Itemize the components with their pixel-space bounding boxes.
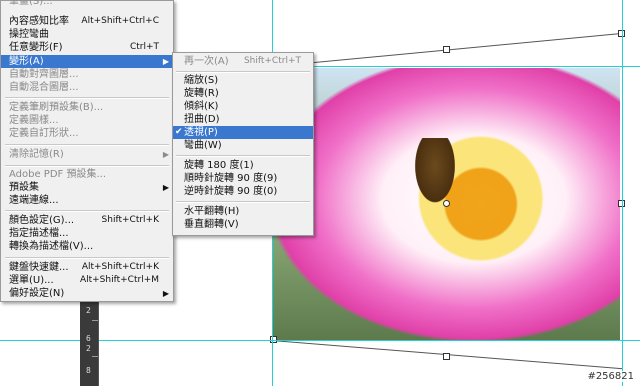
menu-separator: [5, 257, 169, 259]
submenu-arrow-icon: ▶: [162, 150, 169, 159]
submenu-item-warp[interactable]: 彎曲(W): [173, 139, 313, 152]
edit-menu: 筆畫(S)... 內容感知比率 Alt+Shift+Ctrl+C 操控彎曲 任意變…: [0, 0, 174, 302]
submenu-item-flip-vertical[interactable]: 垂直翻轉(V): [173, 218, 313, 231]
menu-item-preferences[interactable]: 偏好設定(N) ▶: [1, 287, 173, 300]
menu-item-menus[interactable]: 選單(U)... Alt+Shift+Ctrl+M: [1, 274, 173, 287]
ruler-tick: [92, 320, 98, 321]
submenu-item-flip-horizontal[interactable]: 水平翻轉(H): [173, 205, 313, 218]
menu-item-color-settings[interactable]: 顏色設定(G)... Shift+Ctrl+K: [1, 214, 173, 227]
menu-item-puppet-warp[interactable]: 操控彎曲: [1, 28, 173, 41]
menu-item-define-pattern[interactable]: 定義圖樣...: [1, 114, 173, 127]
watermark: #256821: [587, 371, 634, 382]
menu-item-define-brush[interactable]: 定義筆刷預設集(B)...: [1, 101, 173, 114]
menu-item-transform[interactable]: 變形(A) ▶: [1, 55, 173, 68]
menu-item-stroke[interactable]: 筆畫(S)...: [1, 0, 173, 8]
menu-separator: [5, 144, 169, 146]
ruler-number: 2: [86, 344, 91, 353]
transform-handle-top-mid[interactable]: [443, 46, 450, 53]
menu-item-content-aware-scale[interactable]: 內容感知比率 Alt+Shift+Ctrl+C: [1, 15, 173, 28]
menu-item-assign-profile[interactable]: 指定描述檔...: [1, 227, 173, 240]
menu-item-purge[interactable]: 清除記憶(R) ▶: [1, 148, 173, 161]
ruler-number: 2: [86, 306, 91, 315]
menu-separator: [5, 165, 169, 167]
menu-item-define-custom-shape[interactable]: 定義自訂形狀...: [1, 127, 173, 140]
submenu-arrow-icon: ▶: [162, 57, 169, 66]
submenu-item-rotate-90-cw[interactable]: 順時針旋轉 90 度(9): [173, 172, 313, 185]
ruler-tick: [92, 356, 98, 357]
menu-item-presets[interactable]: 預設集 ▶: [1, 181, 173, 194]
submenu-item-distort[interactable]: 扭曲(D): [173, 113, 313, 126]
submenu-item-scale[interactable]: 縮放(S): [173, 74, 313, 87]
checkmark-icon: ✔: [175, 127, 183, 137]
submenu-item-rotate-90-ccw[interactable]: 逆時針旋轉 90 度(0): [173, 185, 313, 198]
transform-submenu: 再一次(A) Shift+Ctrl+T 縮放(S) 旋轉(R) 傾斜(K) 扭曲(…: [172, 52, 314, 236]
menu-item-remote-connections[interactable]: 遠端連線...: [1, 194, 173, 207]
guide-vertical-right[interactable]: [622, 0, 623, 386]
menu-item-auto-blend-layers[interactable]: 自動混合圖層...: [1, 81, 173, 94]
menu-item-adobe-pdf-presets[interactable]: Adobe PDF 預設集...: [1, 168, 173, 181]
transform-handle-bottom-mid[interactable]: [443, 353, 450, 360]
menu-separator: [5, 97, 169, 99]
menu-separator: [176, 155, 310, 157]
menu-separator: [176, 71, 310, 73]
submenu-item-again[interactable]: 再一次(A) Shift+Ctrl+T: [173, 55, 313, 68]
ruler-number: 6: [86, 334, 91, 343]
menu-item-convert-profile[interactable]: 轉換為描述檔(V)...: [1, 240, 173, 253]
menu-item-keyboard-shortcuts[interactable]: 鍵盤快速鍵... Alt+Shift+Ctrl+K: [1, 261, 173, 274]
menu-item-auto-align-layers[interactable]: 自動對齊圖層...: [1, 68, 173, 81]
submenu-arrow-icon: ▶: [162, 183, 169, 192]
submenu-item-rotate[interactable]: 旋轉(R): [173, 87, 313, 100]
transform-handle-center[interactable]: [443, 200, 450, 207]
submenu-item-rotate-180[interactable]: 旋轉 180 度(1): [173, 159, 313, 172]
submenu-item-skew[interactable]: 傾斜(K): [173, 100, 313, 113]
menu-separator: [5, 210, 169, 212]
submenu-item-perspective[interactable]: ✔ 透視(P): [173, 126, 313, 139]
menu-item-free-transform[interactable]: 任意變形(F) Ctrl+T: [1, 41, 173, 54]
menu-separator: [176, 201, 310, 203]
canvas-background-left: [0, 300, 80, 386]
ruler-number: 8: [86, 366, 91, 375]
submenu-arrow-icon: ▶: [162, 289, 169, 298]
